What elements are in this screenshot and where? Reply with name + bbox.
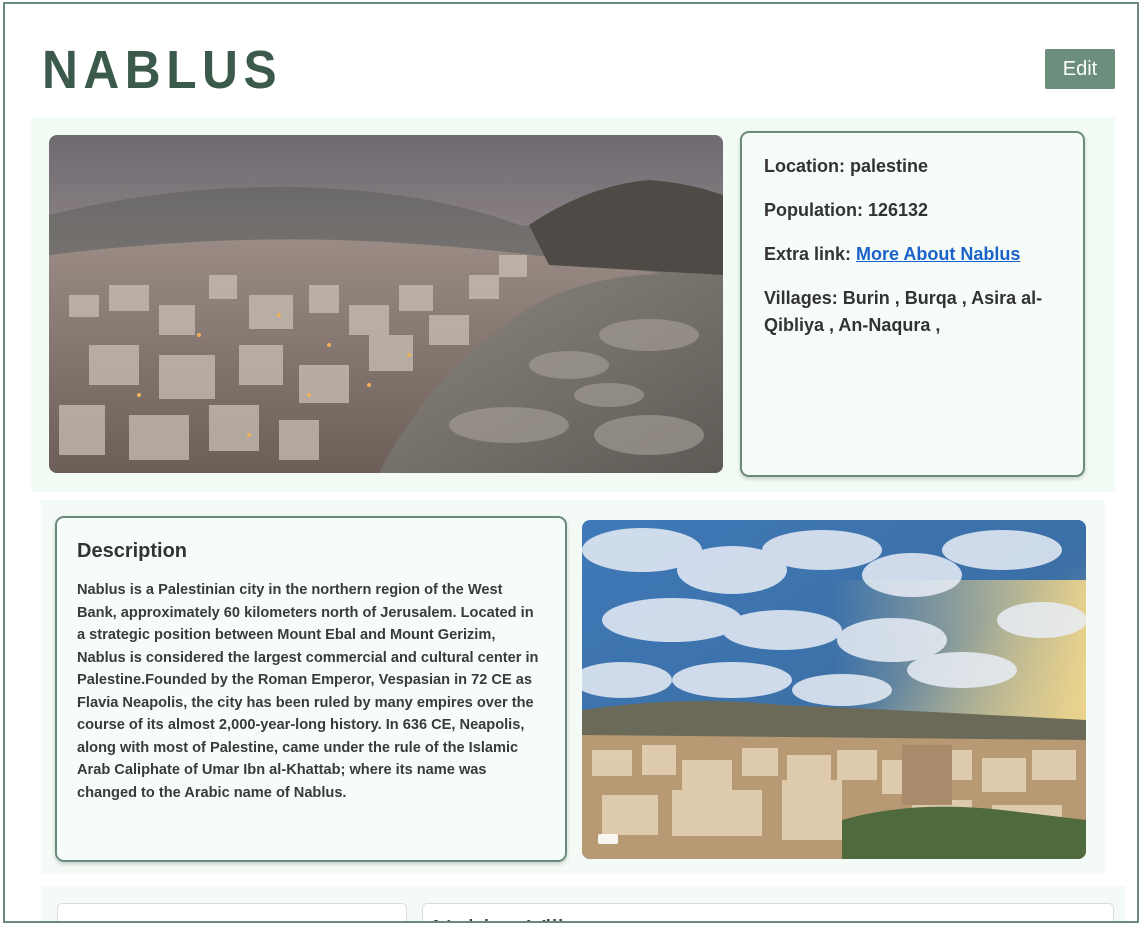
villages-row: Villages: Burin , Burqa , Asira al-Qibli…	[764, 285, 1061, 339]
villages-section: Nablus Villages	[41, 886, 1125, 921]
overview-section: Location: palestine Population: 126132 E…	[31, 117, 1115, 492]
description-title: Description	[77, 540, 188, 562]
population-value: 126132	[868, 200, 929, 220]
description-section: Description Nablus is a Palestinian city…	[41, 500, 1105, 874]
city-sky-image	[582, 520, 1086, 859]
extra-link-label: Extra link:	[764, 244, 852, 264]
population-label: Population:	[764, 200, 863, 220]
city-panorama-image	[49, 135, 723, 473]
extra-link-row: Extra link: More About Nablus	[764, 241, 1061, 268]
description-text: Nablus is a Palestinian city in the nort…	[77, 582, 539, 801]
villages-section-title: Nablus Villages	[432, 914, 625, 921]
description-card: Description Nablus is a Palestinian city…	[55, 516, 567, 862]
population-row: Population: 126132	[764, 197, 1061, 224]
edit-button[interactable]: Edit	[1045, 49, 1115, 89]
location-value: palestine	[850, 156, 929, 176]
page-frame: NABLUS Edit Location: palestine Populati…	[3, 2, 1139, 923]
villages-label: Villages:	[764, 288, 838, 308]
location-label: Location:	[764, 156, 845, 176]
page-title: NABLUS	[42, 40, 283, 100]
villages-side-card	[57, 903, 407, 921]
more-about-link[interactable]: More About Nablus	[856, 244, 1020, 264]
location-row: Location: palestine	[764, 153, 1061, 180]
villages-list-card: Nablus Villages	[422, 903, 1114, 921]
city-info-card: Location: palestine Population: 126132 E…	[740, 131, 1085, 477]
